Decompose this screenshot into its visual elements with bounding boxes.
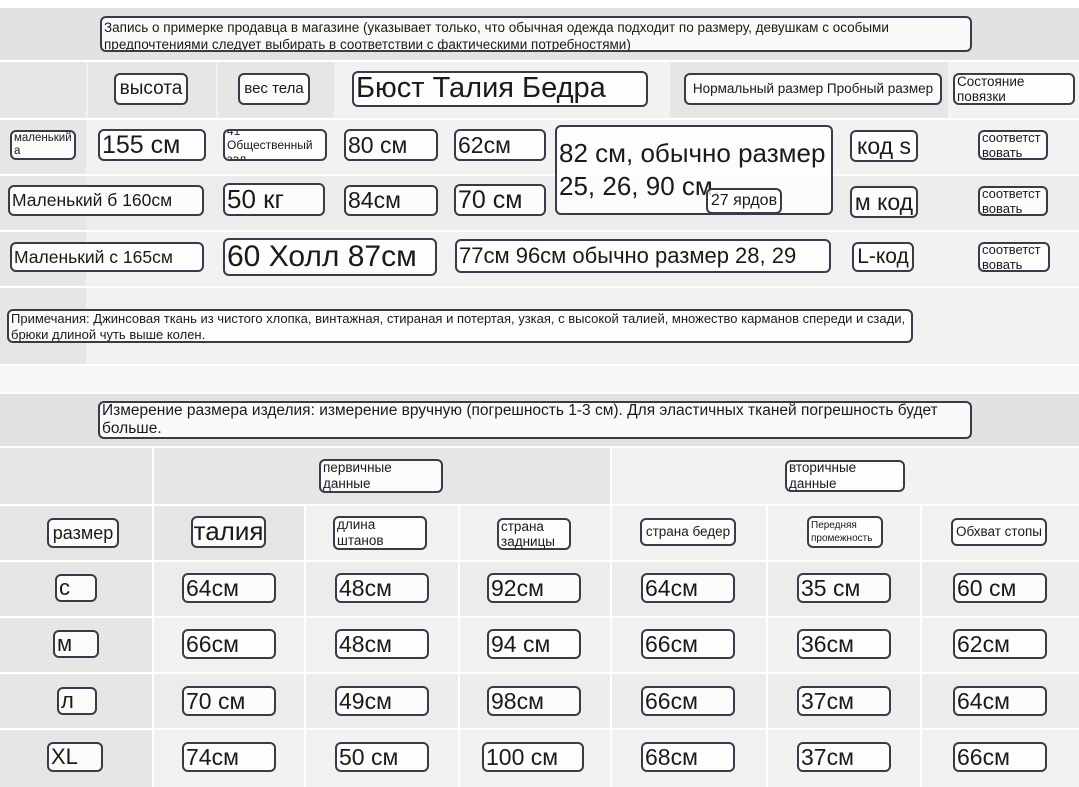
measure-title: Измерение размера изделия: измерение вру… — [98, 401, 972, 439]
group-cell-empty — [0, 448, 152, 504]
row1-name: маленький а — [10, 130, 76, 160]
m-foot: 62см — [953, 629, 1047, 659]
row2-trial-size: м код — [850, 186, 918, 218]
row2-weight: 50 кг — [223, 183, 325, 216]
row3-name: Маленький с 165см — [10, 242, 204, 272]
s-length: 48см — [335, 573, 429, 603]
fitting-title: Запись о примерке продавца в магазине (у… — [100, 16, 972, 52]
gap-row — [0, 366, 1079, 392]
row2-bust: 84см — [344, 185, 438, 216]
row2-status: соответствовать — [978, 186, 1048, 216]
l-hips: 98см — [487, 686, 581, 716]
xl-foot: 66см — [953, 742, 1047, 772]
fitting-notes: Примечания: Джинсовая ткань из чистого х… — [7, 309, 913, 343]
row1-height: 155 см — [98, 129, 206, 161]
row1-waist: 62см — [454, 129, 546, 161]
l-rise: 37см — [797, 686, 891, 716]
s-waist: 64см — [182, 573, 276, 603]
sizes-header: Нормальный размер Пробный размер — [684, 73, 942, 105]
l-waist: 70 см — [182, 686, 276, 716]
xl-length: 50 см — [335, 742, 429, 772]
s-rise: 35 см — [797, 573, 891, 603]
m-waist: 66см — [182, 629, 276, 659]
column-thigh-label: страна бедер — [640, 518, 736, 546]
xl-thigh: 68см — [641, 742, 735, 772]
row3-trial-size: L-код — [852, 242, 914, 272]
bust-waist-hips-header: Бюст Талия Бедра — [352, 71, 648, 107]
size-xl: XL — [47, 742, 103, 772]
m-thigh: 66см — [641, 629, 735, 659]
size-l: л — [57, 687, 97, 715]
s-foot: 60 см — [953, 573, 1047, 603]
row1-hips-size: 82 см, обычно размер 25, 26, 90 см. — [555, 125, 833, 215]
l-length: 49см — [335, 686, 429, 716]
row3-waist-hips-size: 77см 96см обычно размер 28, 29 — [455, 239, 831, 273]
xl-waist: 74см — [182, 742, 276, 772]
status-header: Состояние повязки — [953, 73, 1075, 105]
row1-weight: 41 Общественный зал — [223, 129, 327, 161]
column-foot-label: Обхват стопы — [951, 518, 1047, 546]
m-rise: 36см — [797, 629, 891, 659]
height-header: высота — [114, 73, 188, 105]
xl-hips: 100 см — [482, 742, 584, 772]
size-m: м — [53, 630, 99, 658]
weight-header: вес тела — [238, 73, 310, 105]
row1-status: соответствовать — [978, 130, 1048, 160]
row3-weight-bust: 60 Холл 87см — [223, 238, 437, 276]
column-length-label: длина штанов — [333, 516, 427, 550]
row1-trial-size: код s — [850, 130, 918, 162]
row3-status: соответствовать — [978, 242, 1050, 272]
size-s: с — [55, 574, 97, 602]
group-secondary-label: вторичные данные — [785, 460, 905, 492]
s-hips: 92см — [487, 573, 581, 603]
row2-name: Маленький б 160см — [8, 185, 204, 216]
s-thigh: 64см — [641, 573, 735, 603]
row1-yards: 27 ярдов — [706, 188, 782, 214]
m-length: 48см — [335, 629, 429, 659]
column-hips-label: страна задницы — [497, 518, 571, 550]
header-cell-name — [0, 62, 86, 118]
l-foot: 64см — [953, 686, 1047, 716]
column-rise-label: Передняя промежность — [807, 516, 883, 548]
column-size-label: размер — [47, 518, 119, 548]
column-waist-label: талия — [191, 516, 266, 548]
row1-bust: 80 см — [344, 129, 438, 161]
m-hips: 94 см — [487, 629, 581, 659]
group-primary-label: первичные данные — [319, 459, 443, 493]
xl-rise: 37см — [797, 742, 891, 772]
row2-waist: 70 см — [454, 184, 546, 216]
l-thigh: 66см — [641, 686, 735, 716]
